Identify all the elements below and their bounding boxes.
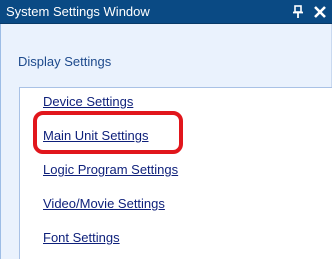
device-settings-link[interactable]: Device Settings	[43, 94, 133, 109]
window-titlebar: System Settings Window	[0, 0, 332, 24]
video-movie-settings-link[interactable]: Video/Movie Settings	[43, 196, 165, 211]
logic-program-settings-link[interactable]: Logic Program Settings	[43, 162, 178, 177]
window-title: System Settings Window	[6, 4, 150, 19]
display-settings-header[interactable]: Display Settings	[18, 54, 111, 69]
main-unit-settings-link[interactable]: Main Unit Settings	[43, 128, 149, 143]
font-settings-link[interactable]: Font Settings	[43, 230, 120, 245]
pin-icon[interactable]	[291, 4, 305, 20]
system-settings-window: System Settings Window Display Settings …	[0, 0, 332, 259]
close-icon[interactable]	[312, 4, 328, 20]
